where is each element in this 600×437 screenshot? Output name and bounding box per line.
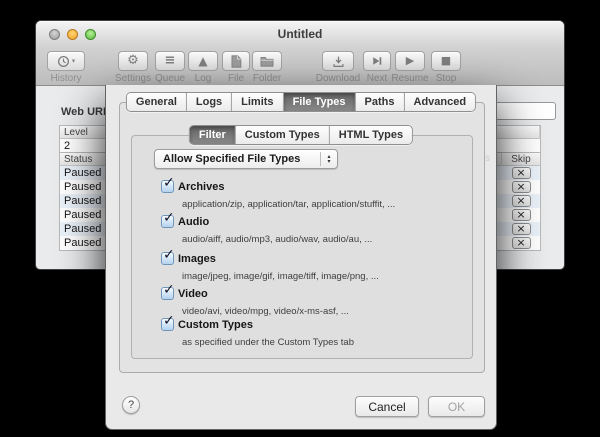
skip-x-button[interactable]: × (511, 181, 531, 193)
stop-label: Stop (435, 73, 457, 84)
archives-checkbox[interactable]: ✓ (161, 175, 175, 193)
queue-button[interactable]: ≡ (155, 51, 185, 71)
next-label: Next (366, 73, 388, 84)
document-icon (231, 54, 242, 68)
audio-label: Audio (178, 216, 210, 228)
custom-types-checkbox[interactable]: ✓ (161, 313, 175, 331)
folder-label: Folder (252, 73, 282, 84)
tab-html-types[interactable]: HTML Types (328, 126, 413, 144)
skip-x-button[interactable]: × (511, 237, 531, 249)
archives-label: Archives (178, 181, 225, 193)
file-type-mode-select[interactable]: Allow Specified File Types ▴ ▾ (154, 149, 338, 169)
history-label: History (50, 73, 82, 84)
folder-icon (260, 57, 274, 67)
custom-types-detail: as specified under the Custom Types tab (182, 337, 354, 348)
help-button[interactable]: ? (122, 396, 140, 414)
cancel-button[interactable]: Cancel (355, 396, 419, 417)
video-detail: video/avi, video/mpg, video/x-ms-asf, ..… (182, 306, 349, 317)
download-label: Download (315, 73, 361, 84)
traffic-lights (49, 29, 96, 40)
skip-x-button[interactable]: × (511, 195, 531, 207)
skip-next-icon (373, 57, 382, 65)
tab-paths[interactable]: Paths (354, 93, 404, 111)
folder-icon-button[interactable] (252, 51, 282, 71)
play-icon: ▶ (405, 54, 415, 67)
audio-detail: audio/aiff, audio/mp3, audio/wav, audio/… (182, 234, 373, 245)
log-button[interactable]: ▲ (188, 51, 218, 71)
images-checkbox[interactable]: ✓ (161, 247, 175, 265)
images-detail: image/jpeg, image/gif, image/tiff, image… (182, 271, 379, 282)
tab-general[interactable]: General (126, 93, 186, 111)
arrow-down-icon: ▾ (327, 158, 331, 165)
audio-checkbox[interactable]: ✓ (161, 210, 175, 228)
zoom-button[interactable] (85, 29, 96, 40)
log-label: Log (194, 73, 212, 84)
minimize-button[interactable] (67, 29, 78, 40)
title-bar[interactable]: Untitled (36, 21, 564, 47)
gear-icon: ⚙ (127, 53, 139, 68)
main-tab-bar: General Logs Limits File Types Paths Adv… (125, 92, 477, 112)
file-label: File (227, 73, 245, 84)
resume-tool[interactable]: ▶ Resume (391, 51, 429, 84)
settings-tool[interactable]: ⚙ Settings (115, 51, 151, 84)
checkmark-icon: ✓ (163, 247, 175, 263)
resume-label: Resume (391, 73, 429, 84)
download-button[interactable] (322, 51, 354, 71)
history-tool[interactable]: ▾ History (47, 51, 85, 84)
tab-custom-types[interactable]: Custom Types (234, 126, 329, 144)
settings-button[interactable]: ⚙ (118, 51, 148, 71)
checkmark-icon: ✓ (163, 210, 175, 226)
custom-types-label: Custom Types (178, 319, 253, 331)
chevron-down-icon: ▾ (71, 57, 76, 65)
file-tool[interactable]: File (222, 51, 250, 84)
tab-file-types[interactable]: File Types (282, 93, 355, 111)
skip-x-button[interactable]: × (511, 223, 531, 235)
queue-tool[interactable]: ≡ Queue (155, 51, 185, 84)
popup-arrows-icon: ▴ ▾ (320, 152, 337, 166)
skip-x-button[interactable]: × (511, 167, 531, 179)
tab-advanced[interactable]: Advanced (403, 93, 476, 111)
download-icon (332, 56, 344, 67)
skip-x-button[interactable]: × (511, 209, 531, 221)
warning-triangle-icon: ▲ (198, 54, 208, 68)
skip-column-header[interactable]: Skip (502, 153, 540, 166)
archives-detail: application/zip, application/tar, applic… (182, 199, 396, 210)
preferences-sheet: https://www.w Files Downloaded 0 Files R… (105, 85, 497, 430)
close-button[interactable] (49, 29, 60, 40)
next-button[interactable] (363, 51, 391, 71)
settings-label: Settings (114, 73, 152, 84)
queue-label: Queue (154, 73, 186, 84)
next-tool[interactable]: Next (363, 51, 391, 84)
toolbar: ▾ History ⚙ Settings ≡ Queue ▲ Log File … (36, 47, 564, 86)
file-button[interactable] (222, 51, 250, 71)
window-title: Untitled (277, 27, 323, 41)
level-column-header[interactable]: Level (60, 125, 108, 139)
history-button[interactable]: ▾ (47, 51, 85, 71)
clock-icon (57, 55, 69, 67)
video-checkbox[interactable]: ✓ (161, 282, 175, 300)
tab-filter[interactable]: Filter (189, 126, 235, 144)
checkmark-icon: ✓ (163, 313, 175, 329)
download-tool[interactable]: Download (316, 51, 360, 84)
stop-icon: ■ (440, 54, 452, 67)
ok-button[interactable]: OK (428, 396, 485, 417)
checkmark-icon: ✓ (163, 175, 175, 191)
tab-limits[interactable]: Limits (231, 93, 283, 111)
stop-tool[interactable]: ■ Stop (431, 51, 461, 84)
sub-tab-bar: Filter Custom Types HTML Types (188, 125, 414, 145)
log-tool[interactable]: ▲ Log (188, 51, 218, 84)
video-label: Video (178, 288, 208, 300)
resume-button[interactable]: ▶ (395, 51, 425, 71)
queue-list-icon: ≡ (164, 53, 176, 68)
tab-logs[interactable]: Logs (185, 93, 232, 111)
checkmark-icon: ✓ (163, 282, 175, 298)
stop-button[interactable]: ■ (431, 51, 461, 71)
folder-tool[interactable]: Folder (252, 51, 282, 84)
file-type-mode-value: Allow Specified File Types (163, 153, 301, 165)
images-label: Images (178, 253, 216, 265)
